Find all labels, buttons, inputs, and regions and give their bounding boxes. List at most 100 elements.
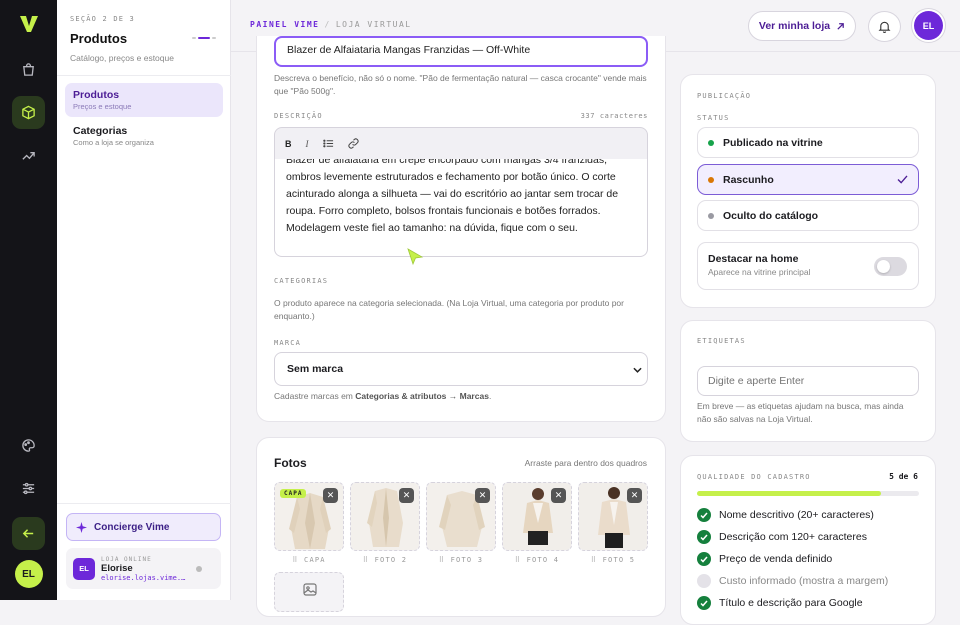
tags-help: Em breve — as etiquetas ajudam na busca,… bbox=[697, 401, 904, 424]
quality-progress-track bbox=[697, 491, 919, 496]
bold-button[interactable]: B bbox=[285, 139, 292, 149]
brand-help-suffix: . bbox=[488, 391, 492, 401]
user-avatar[interactable]: EL bbox=[14, 560, 43, 588]
store-kicker: LOJA ONLINE bbox=[101, 555, 152, 563]
status-dot bbox=[708, 139, 714, 146]
photo-label: ⠿ FOTO 3 bbox=[438, 556, 484, 564]
photos-hint: Arraste para dentro dos quadros bbox=[524, 458, 647, 468]
photo-label: ⠿ CAPA bbox=[292, 556, 326, 564]
palette-icon[interactable] bbox=[12, 429, 45, 462]
sidebar-item-label: Produtos bbox=[73, 89, 120, 101]
store-switcher[interactable]: EL LOJA ONLINE Elorise elorise.lojas.vim… bbox=[66, 548, 221, 589]
photo-label: ⠿ FOTO 2 bbox=[362, 556, 408, 564]
vime-logo[interactable] bbox=[14, 9, 44, 39]
status-option-hidden[interactable]: Oculto do catálogo bbox=[697, 200, 919, 231]
photo-slot[interactable]: ✕ bbox=[350, 482, 420, 551]
store-bag-icon[interactable] bbox=[12, 53, 45, 86]
section-title: Produtos bbox=[70, 31, 128, 46]
description-toolbar: B I bbox=[274, 127, 648, 160]
section-sidebar: SEÇÃO 2 DE 3 Produtos Catálogo, preços e… bbox=[57, 0, 231, 600]
remove-photo-icon[interactable]: ✕ bbox=[323, 488, 338, 503]
settings-sliders-icon[interactable] bbox=[12, 472, 45, 505]
cover-badge: CAPA bbox=[280, 489, 307, 498]
product-title-input[interactable]: Blazer de Alfaiataria Mangas Franzidas —… bbox=[274, 36, 648, 67]
photo-slot[interactable]: CAPA ✕ bbox=[274, 482, 344, 551]
photo-slot[interactable]: ✕ bbox=[502, 482, 572, 551]
product-title-value: Blazer de Alfaiataria Mangas Franzidas —… bbox=[287, 44, 531, 56]
link-icon[interactable] bbox=[347, 138, 359, 149]
store-url: elorise.lojas.vime.di… bbox=[101, 573, 186, 582]
section-step: SEÇÃO 2 DE 3 bbox=[70, 15, 135, 23]
remove-photo-icon[interactable]: ✕ bbox=[475, 488, 490, 503]
quality-item: Custo informado (mostra a margem) bbox=[697, 574, 888, 588]
status-label: STATUS bbox=[697, 114, 730, 122]
view-store-button[interactable]: Ver minha loja bbox=[748, 11, 856, 41]
title-help: Descreva o benefício, não só o nome. "Pã… bbox=[274, 73, 647, 96]
sidebar-item-produtos[interactable]: Produtos Preços e estoque bbox=[65, 83, 223, 117]
status-option-published[interactable]: Publicado na vitrine bbox=[697, 127, 919, 158]
add-photo-slot[interactable] bbox=[274, 572, 344, 612]
photo-slot[interactable]: ✕ bbox=[578, 482, 648, 551]
quality-item: Preço de venda definido bbox=[697, 552, 832, 566]
breadcrumb-root[interactable]: PAINEL VIME bbox=[250, 20, 319, 29]
step-progress bbox=[192, 37, 216, 39]
publication-label: PUBLICAÇÃO bbox=[697, 92, 752, 100]
sidebar-item-categorias[interactable]: Categorias Como a loja se organiza bbox=[65, 119, 223, 153]
photo-label: ⠿ FOTO 5 bbox=[590, 556, 636, 564]
concierge-button[interactable]: Concierge Vime bbox=[66, 513, 221, 541]
notifications-bell-icon[interactable] bbox=[868, 11, 901, 42]
description-textarea[interactable]: Blazer de alfaiataria em crepe encorpado… bbox=[274, 159, 648, 257]
quality-item: Nome descritivo (20+ caracteres) bbox=[697, 508, 874, 522]
brand-help-link[interactable]: Categorias & atributos → Marcas bbox=[355, 391, 489, 401]
check-icon bbox=[897, 175, 908, 184]
italic-button[interactable]: I bbox=[306, 139, 309, 149]
status-option-label: Oculto do catálogo bbox=[723, 209, 819, 222]
list-icon[interactable] bbox=[322, 138, 334, 149]
description-label: DESCRIÇÃO bbox=[274, 112, 323, 120]
highlight-toggle[interactable] bbox=[874, 257, 907, 276]
photos-title: Fotos bbox=[274, 456, 307, 470]
breadcrumb-current: LOJA VIRTUAL bbox=[335, 20, 412, 29]
sparkle-icon bbox=[76, 521, 87, 533]
remove-photo-icon[interactable]: ✕ bbox=[399, 488, 414, 503]
photo-slot[interactable]: ✕ bbox=[426, 482, 496, 551]
description-text: Blazer de alfaiataria em crepe encorpado… bbox=[286, 159, 619, 234]
brand-help-prefix: Cadastre marcas em bbox=[274, 391, 356, 401]
quality-item: Descrição com 120+ caracteres bbox=[697, 530, 867, 544]
catalog-box-icon[interactable] bbox=[12, 96, 45, 129]
breadcrumb: PAINEL VIME / LOJA VIRTUAL bbox=[250, 20, 412, 29]
quality-item: Título e descrição para Google bbox=[697, 596, 863, 610]
brand-label: MARCA bbox=[274, 339, 302, 347]
analytics-trend-icon[interactable] bbox=[12, 139, 45, 172]
status-option-label: Rascunho bbox=[723, 173, 774, 186]
store-name: Elorise bbox=[101, 562, 133, 574]
store-status-dot bbox=[196, 565, 202, 572]
section-subtitle: Catálogo, preços e estoque bbox=[70, 53, 174, 63]
sidebar-item-label: Categorias bbox=[73, 125, 128, 137]
brand-value: Sem marca bbox=[287, 363, 344, 375]
remove-photo-icon[interactable]: ✕ bbox=[551, 488, 566, 503]
store-avatar: EL bbox=[73, 557, 95, 580]
concierge-label: Concierge Vime bbox=[94, 521, 170, 533]
back-arrow-icon[interactable] bbox=[12, 517, 45, 550]
brand-help: Cadastre marcas em Categorias & atributo… bbox=[274, 390, 491, 403]
quality-score: 5 de 6 bbox=[889, 472, 918, 481]
categories-help: O produto aparece na categoria seleciona… bbox=[274, 298, 624, 321]
quality-progress-fill bbox=[697, 491, 882, 496]
breadcrumb-separator: / bbox=[324, 20, 331, 29]
view-store-label: Ver minha loja bbox=[758, 20, 831, 32]
status-dot bbox=[708, 212, 714, 219]
status-option-draft[interactable]: Rascunho bbox=[697, 164, 919, 195]
external-arrow-icon bbox=[837, 22, 844, 30]
tags-input[interactable] bbox=[697, 366, 919, 396]
description-count: 337 caracteres bbox=[580, 112, 648, 120]
brand-select[interactable]: Sem marca bbox=[274, 352, 648, 386]
remove-photo-icon[interactable]: ✕ bbox=[627, 488, 642, 503]
chevron-down-icon bbox=[633, 367, 642, 373]
photo-label: ⠿ FOTO 4 bbox=[514, 556, 560, 564]
cursor-pointer-icon bbox=[407, 248, 424, 266]
header-avatar[interactable]: EL bbox=[914, 11, 943, 40]
categories-label: CATEGORIAS bbox=[274, 277, 329, 285]
app-rail: EL bbox=[0, 0, 57, 600]
status-option-label: Publicado na vitrine bbox=[723, 136, 823, 149]
